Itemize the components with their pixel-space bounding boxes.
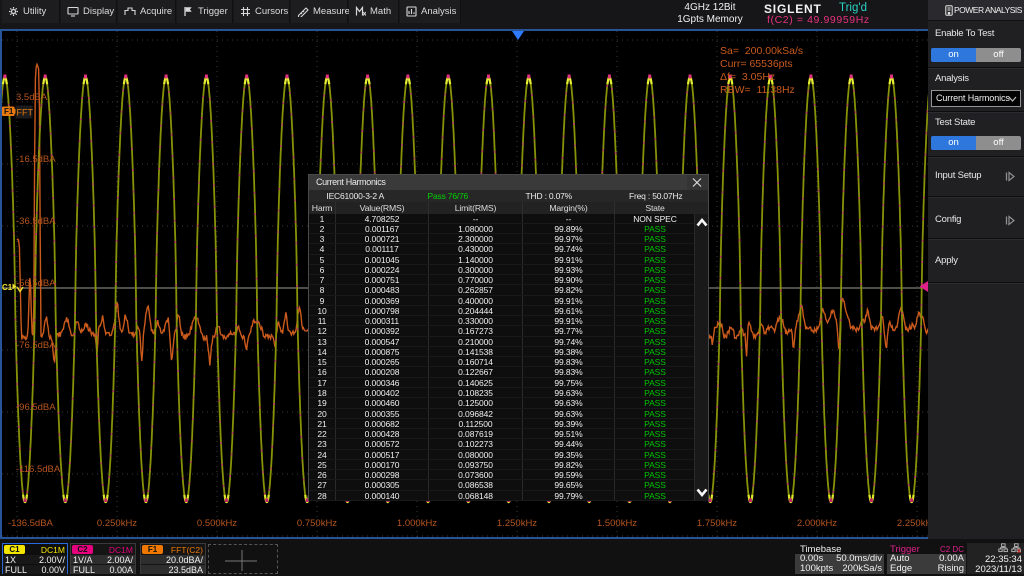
svg-text:2.000kHz: 2.000kHz [797, 518, 837, 529]
svg-text:0.750kHz: 0.750kHz [297, 518, 337, 529]
svg-text:-16.5dBA: -16.5dBA [16, 154, 56, 165]
svg-text:1.750kHz: 1.750kHz [697, 518, 737, 529]
svg-text:1.500kHz: 1.500kHz [597, 518, 637, 529]
svg-text:F1: F1 [4, 107, 14, 116]
svg-text:Sa= 200.00kSa/s: Sa= 200.00kSa/s [720, 45, 803, 57]
svg-text:FFT: FFT [17, 108, 34, 118]
svg-text:Curr= 65536pts: Curr= 65536pts [720, 58, 793, 70]
svg-text:2.250kHz: 2.250kHz [897, 518, 930, 529]
svg-text:0.250kHz: 0.250kHz [97, 518, 137, 529]
svg-text:-76.5dBA: -76.5dBA [16, 340, 56, 351]
svg-text:1.250kHz: 1.250kHz [497, 518, 537, 529]
svg-text:0.500kHz: 0.500kHz [197, 518, 237, 529]
svg-text:-96.5dBA: -96.5dBA [16, 402, 56, 413]
svg-text:3.5dBA: 3.5dBA [16, 92, 48, 103]
svg-text:-116.5dBA: -116.5dBA [16, 464, 61, 475]
svg-text:C1: C1 [2, 283, 13, 292]
svg-text:-36.5dBA: -36.5dBA [16, 216, 56, 227]
svg-text:x: x [1017, 548, 1021, 553]
svg-text:1.000kHz: 1.000kHz [397, 518, 437, 529]
svg-text:Δf= 3.05Hz: Δf= 3.05Hz [720, 71, 775, 83]
svg-text:RBW= 11.38Hz: RBW= 11.38Hz [720, 84, 795, 96]
svg-text:-136.5dBA: -136.5dBA [8, 518, 54, 529]
